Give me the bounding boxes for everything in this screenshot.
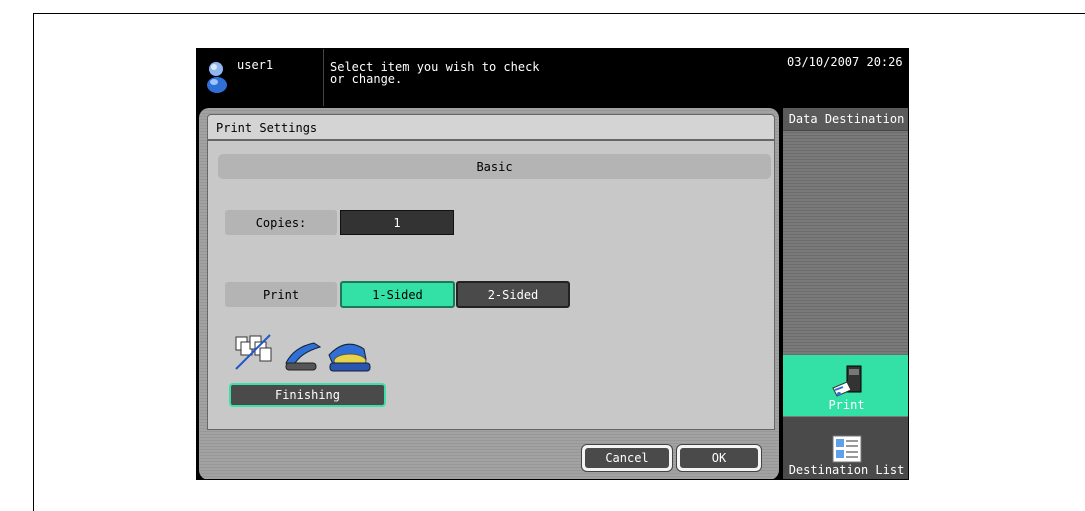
print-tab[interactable]: Print [783, 355, 908, 416]
printer-icon [829, 364, 865, 398]
control-panel-screen: user1 Select item you wish to check or c… [196, 48, 909, 480]
finishing-icon [234, 333, 384, 377]
datetime-area: 03/10/2007 20:26 [783, 49, 908, 106]
panel-content: Basic Copies: 1 Print 1-Sided 2-Sided Fi… [207, 140, 775, 430]
message-area: Select item you wish to check or change. [323, 49, 783, 106]
print-settings-panel: Print Settings Basic Copies: 1 Print 1-S… [199, 108, 779, 479]
finishing-button[interactable]: Finishing [229, 383, 386, 407]
destination-list-icon [832, 435, 862, 463]
message-line-2: or change. [330, 72, 403, 86]
panel-title-bar: Print Settings [207, 114, 775, 140]
copies-label: Copies: [225, 210, 337, 235]
destination-list-tab[interactable]: Destination List [783, 417, 908, 479]
two-sided-button[interactable]: 2-Sided [456, 281, 570, 308]
copies-value[interactable]: 1 [340, 210, 454, 235]
panel-title: Print Settings [216, 121, 318, 135]
destination-list-label: Destination List [788, 463, 905, 477]
one-sided-button[interactable]: 1-Sided [340, 281, 455, 308]
user-name: user1 [237, 58, 274, 72]
print-tab-label: Print [828, 398, 865, 412]
data-destination-panel: Data Destination Print Destination List [783, 108, 908, 479]
cancel-button[interactable]: Cancel [581, 444, 673, 472]
ok-button[interactable]: OK [676, 444, 762, 472]
cancel-label: Cancel [585, 448, 669, 468]
user-area: user1 [197, 49, 323, 106]
datetime: 03/10/2007 20:26 [787, 55, 903, 69]
data-destination-title: Data Destination [783, 108, 908, 131]
section-header: Basic [218, 154, 771, 179]
print-label: Print [225, 282, 337, 307]
user-icon [205, 59, 229, 93]
ok-label: OK [680, 448, 758, 468]
section-title: Basic [476, 160, 513, 174]
